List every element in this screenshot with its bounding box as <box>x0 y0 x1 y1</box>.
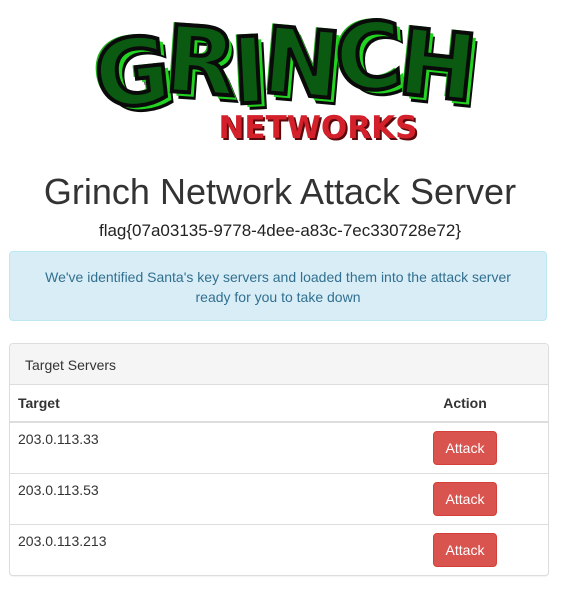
logo-letter: H <box>392 6 480 124</box>
targets-table: Target Action 203.0.113.33 Attack 203.0.… <box>10 385 548 575</box>
logo-letter: N <box>256 5 342 122</box>
table-row: 203.0.113.53 Attack <box>10 473 548 525</box>
action-cell: Attack <box>370 524 548 575</box>
grinch-networks-logo: G R I N C H NETWORKS <box>87 0 480 146</box>
logo-subtitle: NETWORKS <box>218 110 418 146</box>
table-header-row: Target Action <box>10 385 548 423</box>
logo-letter: C <box>329 0 404 115</box>
flag-text: flag{07a03135-9778-4dee-a83c-7ec330728e7… <box>98 221 462 240</box>
target-ip: 203.0.113.33 <box>18 431 99 447</box>
target-ip: 203.0.113.213 <box>10 524 370 575</box>
attack-button[interactable]: Attack <box>432 533 498 567</box>
target-ip: 203.0.113.53 <box>10 473 370 525</box>
page-title: Grinch Network Attack Server <box>43 171 517 212</box>
action-cell: Attack <box>370 422 548 474</box>
logo-letter: R <box>160 4 238 119</box>
info-alert: We've identified Santa's key servers and… <box>9 251 547 321</box>
action-cell: Attack <box>370 473 548 525</box>
column-header-target: Target <box>10 385 370 423</box>
attack-button[interactable]: Attack <box>432 482 498 516</box>
target-servers-panel: Target Servers Target Action 203.0.113.3… <box>9 343 549 576</box>
alert-message: We've identified Santa's key servers and… <box>45 269 511 305</box>
logo-letter: G <box>87 15 173 133</box>
logo-wordmark: G R I N C H <box>87 0 480 132</box>
table-row: 203.0.113.213 Attack <box>10 524 548 575</box>
attack-button[interactable]: Attack <box>432 431 498 465</box>
table-row: 203.0.113.33 Attack <box>10 422 548 474</box>
panel-heading: Target Servers <box>10 344 548 385</box>
column-header-action: Action <box>370 385 548 423</box>
